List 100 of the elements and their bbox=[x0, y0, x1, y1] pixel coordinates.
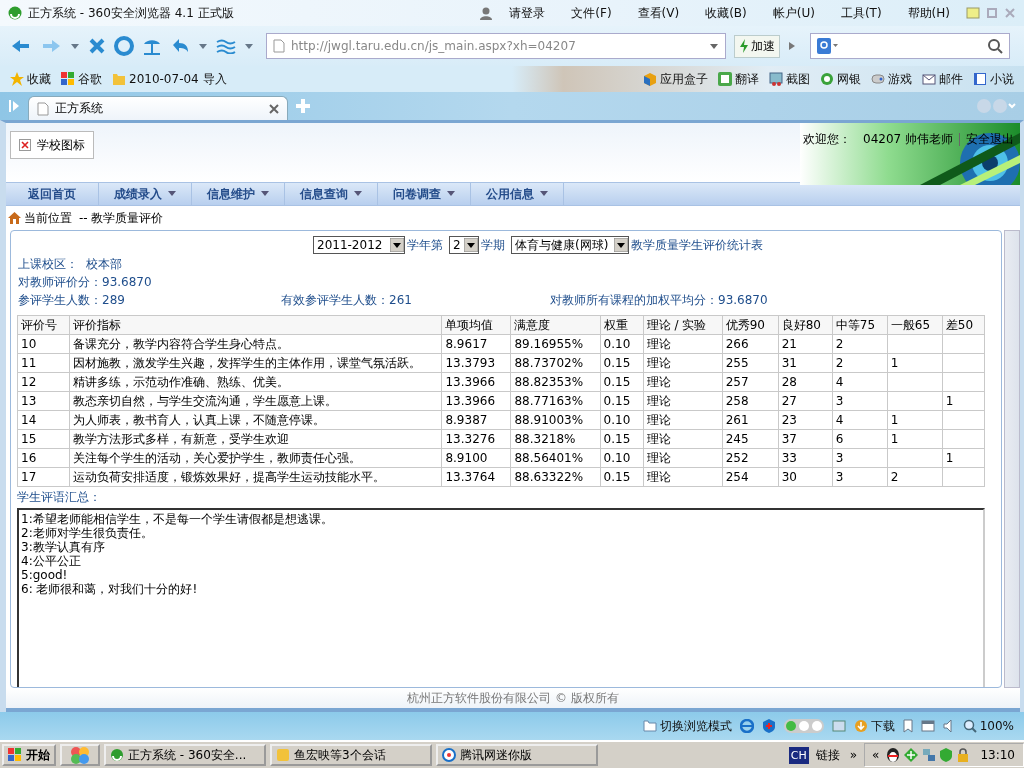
table-cell: 教态亲切自然，与学生交流沟通，学生愿意上课。 bbox=[69, 391, 442, 411]
dropdown-field[interactable]: 体育与健康(网球) bbox=[511, 236, 629, 254]
table-cell: 4 bbox=[832, 410, 888, 430]
table-cell: 2 bbox=[887, 467, 943, 487]
search-field[interactable] bbox=[810, 33, 1010, 59]
table-cell: 理论 bbox=[643, 448, 723, 468]
table-cell: 理论 bbox=[643, 353, 723, 373]
address-bar[interactable]: http://jwgl.taru.edu.cn/js_main.aspx?xh=04207 bbox=[266, 33, 726, 59]
caret-icon bbox=[168, 191, 176, 197]
refresh-icon[interactable] bbox=[114, 36, 134, 56]
favorite-link[interactable]: 收藏 bbox=[10, 70, 51, 88]
nav-menu-item[interactable]: 问卷调查 bbox=[378, 183, 471, 205]
browser-tab[interactable]: 正方系统 bbox=[28, 96, 288, 120]
nav-menu-item[interactable]: 信息查询 bbox=[285, 183, 378, 205]
waves-icon[interactable] bbox=[216, 38, 236, 54]
column-header: 满意度 bbox=[511, 315, 601, 335]
table-cell: 1 bbox=[887, 410, 943, 430]
close-icon[interactable] bbox=[269, 103, 279, 114]
tray-expand-button[interactable]: « bbox=[869, 748, 883, 762]
browse-mode-button[interactable]: 切换浏览模式 bbox=[642, 717, 732, 735]
dropdown-icon[interactable] bbox=[70, 41, 80, 51]
language-indicator[interactable]: CH bbox=[788, 746, 809, 764]
menu-item[interactable]: 收藏(B) bbox=[705, 4, 747, 22]
page-icon bbox=[273, 39, 285, 53]
table-cell: 12 bbox=[17, 372, 70, 392]
search-icon[interactable] bbox=[987, 38, 1003, 54]
table-cell: 14 bbox=[17, 410, 70, 430]
links-toolbar[interactable]: 链接 bbox=[812, 746, 843, 764]
nav-menu-item[interactable]: 公用信息 bbox=[471, 183, 564, 205]
ie-icon[interactable] bbox=[739, 719, 754, 733]
toolbar-link[interactable]: 截图 bbox=[769, 70, 810, 88]
user-icon bbox=[479, 6, 494, 20]
toolbar-link[interactable]: 游戏 bbox=[871, 70, 912, 88]
dropdown-icon[interactable] bbox=[244, 41, 254, 51]
chevron-button[interactable]: » bbox=[846, 748, 861, 762]
toolbar-link[interactable]: 小说 bbox=[973, 70, 1014, 88]
shield-icon[interactable] bbox=[761, 719, 776, 733]
table-cell: 0.15 bbox=[600, 467, 644, 487]
stop-icon[interactable] bbox=[88, 37, 106, 55]
favorite-link[interactable]: 2010-07-04 导入 bbox=[112, 70, 227, 88]
menu-item[interactable]: 帐户(U) bbox=[772, 4, 815, 22]
table-cell: 88.56401% bbox=[511, 448, 601, 468]
scissors-icon bbox=[769, 72, 783, 86]
favorite-link[interactable]: 谷歌 bbox=[61, 70, 102, 88]
toolbar-link[interactable]: 网银 bbox=[820, 70, 861, 88]
table-cell: 理论 bbox=[643, 372, 723, 392]
table-cell: 3 bbox=[832, 391, 888, 411]
table-cell: 13.3276 bbox=[441, 429, 511, 449]
menu-item[interactable]: 帮助(H) bbox=[907, 4, 950, 22]
toolbar-link[interactable]: 翻译 bbox=[718, 70, 759, 88]
table-cell: 8.9617 bbox=[441, 334, 511, 354]
login-link[interactable]: 请登录 bbox=[509, 4, 546, 22]
campus-value: 校本部 bbox=[86, 255, 122, 273]
taskbar-button[interactable]: 鱼宏映等3个会话 bbox=[270, 744, 432, 766]
table-cell: 257 bbox=[722, 372, 779, 392]
nav-menu-item[interactable]: 信息维护 bbox=[192, 183, 285, 205]
search-engine-icon[interactable] bbox=[817, 38, 839, 54]
nav-menu-item[interactable]: 返回首页 bbox=[6, 183, 99, 205]
toolbar-link[interactable]: 邮件 bbox=[922, 70, 963, 88]
zoom-button[interactable]: 100% bbox=[962, 719, 1014, 733]
table-cell: 13.3793 bbox=[441, 353, 511, 373]
menu-item[interactable]: 工具(T) bbox=[840, 4, 882, 22]
bookmark-icon[interactable] bbox=[902, 719, 913, 733]
window-icon[interactable] bbox=[920, 720, 935, 732]
screen-icon[interactable] bbox=[831, 719, 846, 733]
comments-box[interactable]: 1:希望老师能相信学生，不是每一个学生请假都是想逃课。 2:老师对学生很负责任。 3:教学认真有序 4:公平公正 5:good! 6: 老师很和蔼，对我们十分的好! bbox=[17, 508, 985, 687]
restore-icon[interactable] bbox=[986, 7, 998, 19]
column-header: 单项均值 bbox=[441, 315, 511, 335]
start-button[interactable]: 开始 bbox=[2, 744, 56, 766]
dropdown-field[interactable]: 2011-2012 bbox=[313, 236, 405, 254]
back-icon[interactable] bbox=[10, 37, 32, 55]
minimize-icon[interactable] bbox=[966, 7, 980, 19]
taskbar-button[interactable]: 正方系统 - 360安全... bbox=[104, 744, 266, 766]
dropdown-icon[interactable] bbox=[198, 41, 208, 51]
toolbar-link[interactable]: 应用盒子 bbox=[643, 70, 708, 88]
table-cell: 37 bbox=[778, 429, 833, 449]
shield-icon[interactable] bbox=[940, 748, 953, 762]
dropdown-field[interactable]: 2 bbox=[449, 236, 479, 254]
quick-launch-button[interactable] bbox=[60, 744, 100, 766]
toggle-icon[interactable] bbox=[783, 719, 824, 733]
speaker-icon[interactable] bbox=[942, 719, 955, 733]
table-cell: 备课充分，教学内容符合学生身心特点。 bbox=[69, 334, 442, 354]
table-cell: 理论 bbox=[643, 429, 723, 449]
new-tab-icon[interactable] bbox=[296, 99, 310, 113]
lock-icon[interactable] bbox=[956, 748, 971, 762]
menu-item[interactable]: 文件(F) bbox=[571, 4, 612, 22]
menu-item[interactable]: 查看(V) bbox=[637, 4, 680, 22]
scrollbar[interactable] bbox=[1004, 230, 1020, 688]
table-cell: 17 bbox=[17, 467, 70, 487]
sidebar-toggle-icon[interactable] bbox=[8, 99, 20, 113]
speed-button[interactable]: 加速 bbox=[734, 34, 780, 58]
breadcrumb-text: -- 教学质量评价 bbox=[79, 209, 164, 227]
taskbar-button[interactable]: 腾讯网迷你版 bbox=[436, 744, 598, 766]
play-icon[interactable] bbox=[788, 41, 796, 51]
caret-icon bbox=[447, 191, 455, 197]
network-icon[interactable] bbox=[922, 748, 937, 762]
download-button[interactable]: 下载 bbox=[853, 717, 895, 735]
nav-menu-item[interactable]: 成绩录入 bbox=[99, 183, 192, 205]
report-title: 教学质量学生评价统计表 bbox=[631, 236, 763, 254]
dropdown-icon[interactable] bbox=[709, 41, 719, 51]
